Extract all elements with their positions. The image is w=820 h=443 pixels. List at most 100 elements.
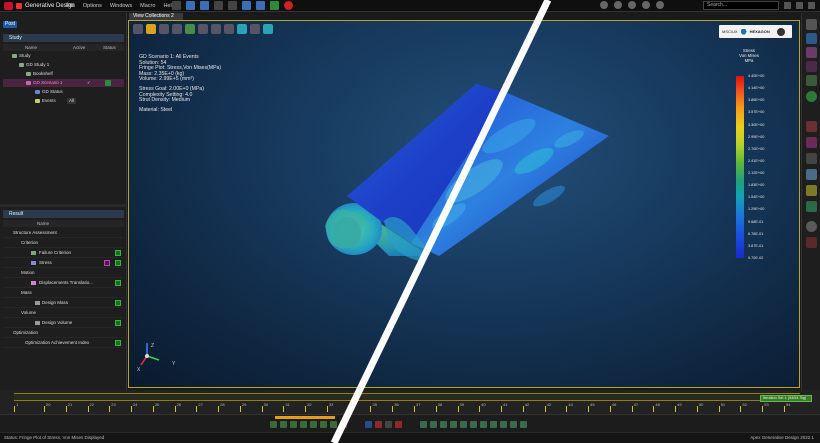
result-failure-criterion[interactable]: Failure Criterion [3,248,124,258]
tab-post[interactable]: Post [3,21,17,28]
tool-j-icon[interactable] [510,421,517,428]
timeline-tick-label[interactable]: 31 [285,402,289,407]
timeline-tick-label[interactable]: 34 [351,402,355,407]
timeline-track[interactable]: Iteration Set 1 (54/54 Sig) [14,393,812,402]
arrow-up-icon[interactable] [806,19,817,30]
events-select[interactable]: All [67,98,77,104]
tool-d-icon[interactable] [450,421,457,428]
menu-file[interactable]: File [66,1,75,11]
record-icon[interactable] [284,1,293,10]
move-icon[interactable] [806,169,817,180]
minimize-icon[interactable] [784,2,791,9]
plot-chart-icon[interactable] [115,300,121,306]
timeline-tick-label[interactable]: 42 [525,402,529,407]
result-optimization-index[interactable]: Optimization Achievement Index [3,338,124,348]
sphere-icon[interactable] [806,221,817,232]
last-frame-icon[interactable] [330,421,337,428]
col-active[interactable]: Active [73,44,85,51]
col-name[interactable]: Name [37,220,49,227]
col-name[interactable]: Name [25,44,37,51]
result-criterion[interactable]: Criterion [3,238,124,248]
tool-h-icon[interactable] [490,421,497,428]
save-icon[interactable] [200,1,209,10]
search-input[interactable]: Search... [703,1,779,10]
timeline-tick-label[interactable]: 38 [438,402,442,407]
fringe-plot-icon[interactable] [104,260,110,266]
timeline-tick-label[interactable]: 36 [394,402,398,407]
prev-frame-icon[interactable] [280,421,287,428]
timeline-tick-label[interactable]: 32 [307,402,311,407]
timeline-tick-label[interactable]: 33 [329,402,333,407]
tool-k-icon[interactable] [520,421,527,428]
camera-icon[interactable] [614,1,622,9]
tree-item-gd-study[interactable]: GD Study 1 [3,61,124,69]
grid-icon[interactable] [806,75,817,86]
timeline-tick-label[interactable]: 20 [46,402,50,407]
refresh-icon[interactable] [806,91,817,102]
tree-item-events[interactable]: Events All [3,97,124,105]
tool-icon[interactable] [806,121,817,132]
tab-view-collections[interactable]: View Collections 2 [129,13,183,20]
tree-item-scenario[interactable]: GD Scenario 1 ✓ [3,79,124,87]
timeline-tick-label[interactable]: 37 [416,402,420,407]
tool-e-icon[interactable] [460,421,467,428]
result-design-mass[interactable]: Design Mass [3,298,124,308]
panel-splitter[interactable] [0,204,127,207]
result-design-volume[interactable]: Design Volume [3,318,124,328]
3d-viewport[interactable]: GD Scenario 1: All Events Solution: 54 F… [128,20,800,388]
timeline-tick-label[interactable]: 45 [590,402,594,407]
new-icon[interactable] [172,1,181,10]
tool-a-icon[interactable] [420,421,427,428]
timeline-tick-label[interactable]: 46 [612,402,616,407]
home-icon[interactable] [600,1,608,9]
timeline-tick-label[interactable]: 21 [68,402,72,407]
plot-icon[interactable] [806,201,817,212]
result-mass[interactable]: Mass [3,288,124,298]
timeline-tick-label[interactable]: 44 [568,402,572,407]
cube-icon[interactable] [806,47,817,58]
timeline-tick-label[interactable]: 39 [460,402,464,407]
study-panel-header[interactable]: Study [3,34,124,42]
help-icon[interactable] [642,1,650,9]
timeline-tick-label[interactable]: 24 [133,402,137,407]
clip-icon[interactable] [806,237,817,248]
result-volume[interactable]: Volume [3,308,124,318]
open-icon[interactable] [186,1,195,10]
redo-icon[interactable] [228,1,237,10]
timeline-tick-label[interactable]: 48 [655,402,659,407]
timeline-tick-label[interactable]: 25 [155,402,159,407]
play-icon[interactable] [310,421,317,428]
timeline-tick-label[interactable]: 54 [786,402,790,407]
result-displacements[interactable]: Displacements Translatio... [3,278,124,288]
tool-i-icon[interactable] [500,421,507,428]
timeline-tick-label[interactable]: 26 [177,402,181,407]
timeline-tick-label[interactable]: 41 [503,402,507,407]
tree-item-gd-status[interactable]: GD Status [3,88,124,96]
tool-g-icon[interactable] [480,421,487,428]
timeline-tick-label[interactable]: 52 [742,402,746,407]
timeline-tick-label[interactable]: 49 [677,402,681,407]
col-status[interactable]: Status [103,44,116,51]
stop-icon[interactable] [300,421,307,428]
timeline-tick-label[interactable]: 27 [198,402,202,407]
timeline-tick-label[interactable]: 47 [634,402,638,407]
measure-icon[interactable] [806,153,817,164]
plot-chart-icon[interactable] [115,250,121,256]
light-icon[interactable] [628,1,636,9]
rvw-icon[interactable] [806,185,817,196]
probe-icon[interactable] [806,137,817,148]
plot-chart-icon[interactable] [115,340,121,346]
fringe-icon[interactable] [395,421,402,428]
timeline-tick-label[interactable]: 1 [16,402,18,407]
plot-chart-icon[interactable] [115,280,121,286]
import-icon[interactable] [242,1,251,10]
timeline-tick-label[interactable]: 40 [481,402,485,407]
result-stress[interactable]: Stress [3,258,124,268]
run-icon[interactable] [270,1,279,10]
iteration-set-badge[interactable]: Iteration Set 1 (54/54 Sig) [760,395,812,402]
result-panel-header[interactable]: Result [3,210,124,218]
timeline-tick-label[interactable]: 23 [111,402,115,407]
play-back-icon[interactable] [290,421,297,428]
loop-icon[interactable] [340,421,347,428]
tool-b-icon[interactable] [430,421,437,428]
